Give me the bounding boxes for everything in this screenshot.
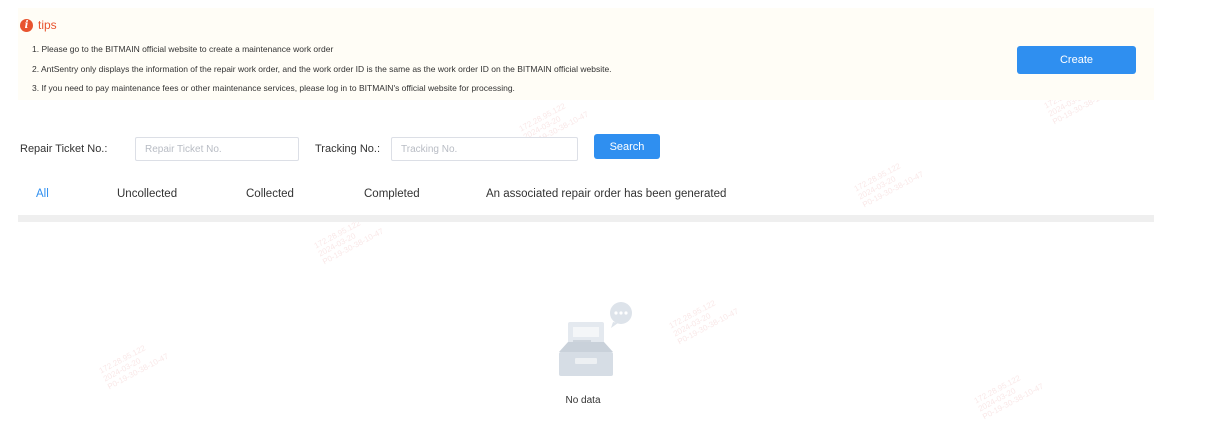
- empty-text: No data: [565, 395, 601, 406]
- tab-associated-repair-order[interactable]: An associated repair order has been gene…: [486, 188, 726, 200]
- tips-title: tips: [38, 18, 57, 32]
- empty-inbox-icon: [559, 302, 632, 376]
- repair-ticket-input[interactable]: Repair Ticket No.: [135, 137, 299, 161]
- empty-state: No data: [555, 300, 645, 410]
- search-button[interactable]: Search: [594, 134, 660, 159]
- tips-header: i tips: [20, 18, 57, 32]
- tips-line-1: 1. Please go to the BITMAIN official web…: [32, 44, 334, 54]
- table-header-bar: [18, 215, 1154, 222]
- watermark: 172.28.95.122 2024-03-20 P0-19-30-38-10-…: [667, 298, 740, 347]
- tab-all[interactable]: All: [36, 188, 49, 200]
- tab-uncollected[interactable]: Uncollected: [117, 188, 177, 200]
- tracking-input[interactable]: Tracking No.: [391, 137, 578, 161]
- watermark: 172.28.95.122 2024-03-20 P0-19-30-38-10-…: [97, 343, 170, 392]
- watermark: 172.28.95.122 2024-03-20 P0-19-30-38-10-…: [972, 373, 1045, 421]
- tips-line-2: 2. AntSentry only displays the informati…: [32, 64, 612, 74]
- create-button[interactable]: Create: [1017, 46, 1136, 74]
- repair-ticket-label: Repair Ticket No.:: [20, 143, 108, 155]
- tips-line-3: 3. If you need to pay maintenance fees o…: [32, 83, 515, 93]
- watermark: 172.28.95.122 2024-03-20 P0-19-30-38-10-…: [852, 161, 925, 210]
- tracking-label: Tracking No.:: [315, 143, 381, 155]
- tab-collected[interactable]: Collected: [246, 188, 294, 200]
- info-icon: i: [20, 18, 33, 32]
- tab-completed[interactable]: Completed: [364, 188, 420, 200]
